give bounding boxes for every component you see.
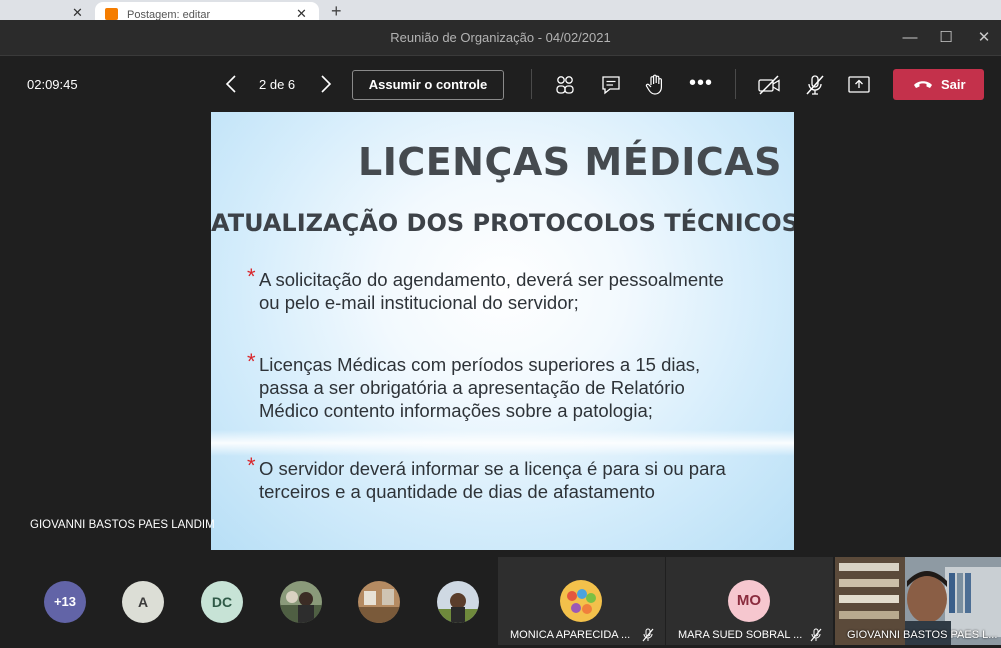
camera-off-icon[interactable] <box>756 72 782 98</box>
participant-name: MARA SUED SOBRAL ... <box>678 629 803 641</box>
more-participants-badge[interactable]: +13 <box>44 581 86 623</box>
browser-tab-strip: ✕ Postagem: editar ✕ + <box>0 0 1001 21</box>
bullet-text: O servidor deverá informar se a licença … <box>259 458 726 502</box>
bullet-marker: * <box>247 349 256 374</box>
window-title-bar: Reunião de Organização - 04/02/2021 — ☐ … <box>0 20 1001 56</box>
meeting-toolbar: 02:09:45 2 de 6 Assumir o controle ••• S… <box>0 57 1001 112</box>
participant-photo-avatar <box>560 580 602 622</box>
microphone-muted-icon <box>810 628 822 642</box>
participant-photo-avatar[interactable] <box>280 581 322 623</box>
maximize-icon[interactable]: ☐ <box>934 26 958 50</box>
participant-tile[interactable]: MO MARA SUED SOBRAL ... <box>666 557 833 645</box>
participant-tile[interactable]: MONICA APARECIDA ... <box>498 557 665 645</box>
slide-bullet: * O servidor deverá informar se a licenç… <box>247 453 777 503</box>
microphone-off-icon[interactable] <box>802 72 828 98</box>
slide-decoration <box>211 430 794 456</box>
participant-name: MONICA APARECIDA ... <box>510 629 631 641</box>
more-options-icon[interactable]: ••• <box>688 70 714 96</box>
share-screen-icon[interactable] <box>846 72 872 98</box>
participant-name: GIOVANNI BASTOS PAES L... <box>847 629 998 641</box>
bullet-text: A solicitação do agendamento, deverá ser… <box>259 269 724 313</box>
participant-photo-avatar[interactable] <box>358 581 400 623</box>
slide-title: LICENÇAS MÉDICAS <box>357 140 782 184</box>
bullet-marker: * <box>247 453 256 478</box>
participant-avatar[interactable]: A <box>122 581 164 623</box>
shared-content-stage: LICENÇAS MÉDICAS ATUALIZAÇÃO DOS PROTOCO… <box>0 112 1001 555</box>
toolbar-divider <box>531 69 532 99</box>
window-title: Reunião de Organização - 04/02/2021 <box>390 30 611 45</box>
participant-avatar[interactable]: DC <box>201 581 243 623</box>
minimize-icon[interactable]: — <box>898 26 922 50</box>
presenter-name: GIOVANNI BASTOS PAES LANDIM <box>30 519 215 531</box>
leave-label: Sair <box>941 77 966 92</box>
next-slide-icon[interactable] <box>316 72 336 96</box>
close-window-icon[interactable]: ✕ <box>972 26 996 50</box>
slide-bullet: * Licenças Médicas com períodos superior… <box>247 349 777 422</box>
previous-slide-icon[interactable] <box>222 72 242 96</box>
raise-hand-icon[interactable] <box>642 72 668 98</box>
bullet-marker: * <box>247 264 256 289</box>
microphone-muted-icon <box>642 628 654 642</box>
participant-video-tile[interactable]: GIOVANNI BASTOS PAES L... <box>835 557 1001 645</box>
participant-strip: +13 A DC MONICA APARECIDA ... MO MARA SU… <box>0 555 1001 648</box>
new-tab-icon[interactable]: + <box>331 2 342 20</box>
presentation-slide: LICENÇAS MÉDICAS ATUALIZAÇÃO DOS PROTOCO… <box>211 112 794 550</box>
elapsed-time: 02:09:45 <box>27 77 78 92</box>
close-tab-icon[interactable]: ✕ <box>72 6 83 20</box>
participants-icon[interactable] <box>552 72 578 98</box>
bullet-text: Licenças Médicas com períodos superiores… <box>259 354 701 421</box>
browser-tab[interactable]: Postagem: editar ✕ <box>95 2 319 21</box>
participant-avatar: MO <box>728 580 770 622</box>
take-control-button[interactable]: Assumir o controle <box>352 70 504 100</box>
slide-bullet: * A solicitação do agendamento, deverá s… <box>247 264 777 314</box>
leave-button[interactable]: Sair <box>893 69 984 100</box>
slide-subtitle: ATUALIZAÇÃO DOS PROTOCOLOS TÉCNICOS <box>211 209 794 237</box>
participant-photo-avatar[interactable] <box>437 581 479 623</box>
chat-icon[interactable] <box>598 72 624 98</box>
hang-up-icon <box>914 81 932 88</box>
slide-page-indicator: 2 de 6 <box>259 77 296 92</box>
blogger-icon <box>105 8 118 20</box>
toolbar-divider <box>735 69 736 99</box>
